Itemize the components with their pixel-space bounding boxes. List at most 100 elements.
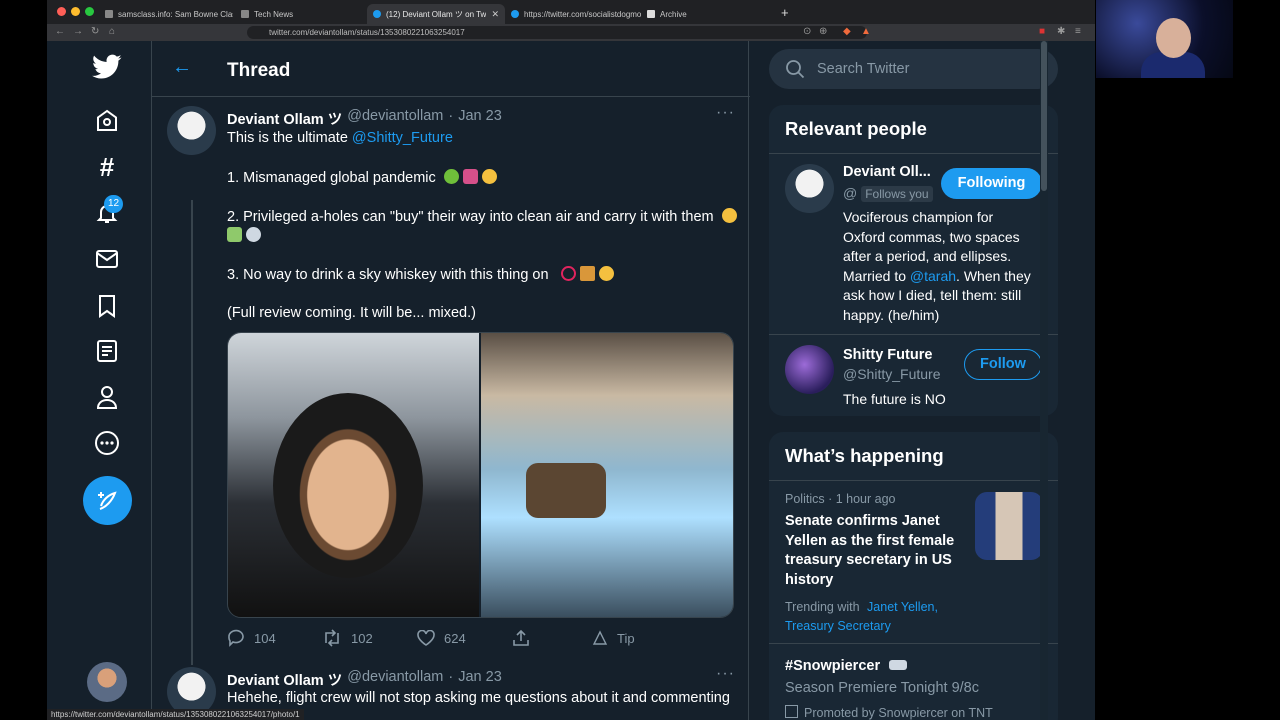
trending-link[interactable]: Treasury Secretary [785, 617, 938, 636]
thread-column: ← Thread Deviant Ollam ツ @deviantollam ·… [151, 41, 750, 720]
page-scrollbar[interactable] [1040, 41, 1048, 720]
browser-tab[interactable]: https://twitter.com/socialistdogmom [505, 4, 641, 24]
trend-item-promoted[interactable]: #Snowpiercer Season Premiere Tonight 9/8… [769, 643, 1058, 720]
trend-thumbnail[interactable] [975, 492, 1043, 560]
person-name[interactable]: Deviant Oll... [843, 164, 931, 180]
browser-tab[interactable]: Tech News [235, 4, 367, 24]
compose-tweet-button[interactable] [83, 476, 132, 525]
reply-button[interactable]: 104 [227, 629, 322, 647]
trend-item[interactable]: Politics · 1 hour ago Senate confirms Ja… [769, 480, 1058, 643]
virus-emoji-icon [443, 169, 459, 184]
brave-rewards-icon[interactable]: ▲ [861, 26, 871, 37]
money-wings-emoji-icon [227, 227, 242, 242]
twitter-logo-icon[interactable] [90, 50, 124, 84]
person-handle[interactable]: @Shitty_Future [843, 366, 940, 382]
trend-headline: Senate confirms Janet Yellen as the firs… [785, 512, 954, 590]
left-nav: # 12 [47, 41, 151, 720]
bio-mention-link[interactable]: @tarah [910, 268, 956, 284]
profile-icon[interactable] [90, 380, 124, 414]
trend-description: Season Premiere Tonight 9/8c [785, 680, 979, 696]
menu-icon[interactable]: ≡ [1075, 26, 1081, 37]
person-avatar[interactable] [785, 345, 834, 394]
bio-line: Vociferous champion for [843, 209, 994, 225]
notification-count-badge: 12 [104, 195, 123, 213]
promoted-row: Promoted by Snowpiercer on TNT [785, 705, 993, 720]
more-options-icon[interactable] [90, 426, 124, 460]
tweet-date[interactable]: Jan 23 [458, 669, 502, 690]
bio-line: Married to @tarah. When they [843, 267, 1031, 287]
browser-window: samsclass.info: Sam Bowne Class... Tech … [47, 0, 1095, 720]
extensions-puzzle-icon[interactable]: ✱ [1057, 26, 1065, 37]
zoom-icon[interactable]: ⊕ [819, 26, 827, 37]
person-avatar[interactable] [785, 164, 834, 213]
tweet-author-name[interactable]: Deviant Ollam ツ [227, 108, 342, 129]
extension-icon[interactable]: ■ [1039, 26, 1045, 37]
minimize-window-button[interactable] [71, 7, 80, 16]
search-input[interactable]: Search Twitter [769, 49, 1058, 89]
browser-tab[interactable]: samsclass.info: Sam Bowne Class... [99, 4, 233, 24]
tab-title: Archive [660, 9, 687, 19]
tweet-list-item: 2. Privileged a-holes can "buy" their wa… [227, 209, 714, 225]
tweet-photo[interactable] [228, 333, 479, 617]
tweet-header: Deviant Ollam ツ @deviantollam · Jan 23 [227, 669, 502, 690]
page-title: Thread [227, 60, 291, 81]
tip-triangle-icon [592, 630, 608, 645]
trending-link[interactable]: Janet Yellen, [867, 600, 938, 614]
trending-with: Trending with Janet Yellen, Treasury Sec… [785, 598, 938, 636]
tweet-photo[interactable] [481, 333, 733, 617]
panel-title: Relevant people [785, 118, 927, 139]
twitter-app: # 12 ← Thread Deviant Ollam ツ @deviantol… [47, 41, 1095, 720]
tweet-text-intro: This is the ultimate [227, 130, 352, 146]
person-card[interactable]: Deviant Oll... @ Follows you Following Vo… [769, 153, 1058, 334]
tweet-author-handle[interactable]: @deviantollam [347, 108, 443, 129]
person-card[interactable]: Shitty Future @Shitty_Future Follow The … [769, 334, 1058, 415]
explore-hashtag-icon[interactable]: # [90, 150, 124, 184]
reply-icon [228, 629, 244, 647]
forward-icon[interactable]: → [73, 26, 83, 37]
share-icon[interactable]: ⊙ [803, 26, 811, 37]
tweet-text-line: Hehehe, flight crew will not stop asking… [227, 690, 730, 706]
tweet-more-icon[interactable]: ··· [716, 104, 735, 122]
browser-tab[interactable]: Archive [641, 4, 777, 24]
bookmarks-icon[interactable] [90, 289, 124, 323]
tweet-mention-link[interactable]: @Shitty_Future [352, 130, 453, 146]
back-arrow-icon[interactable]: ← [172, 56, 192, 79]
home-nav-icon[interactable] [90, 104, 124, 138]
tweet-author-avatar[interactable] [167, 106, 216, 155]
tab-bar: samsclass.info: Sam Bowne Class... Tech … [47, 0, 1095, 24]
home-icon[interactable]: ⌂ [109, 26, 115, 37]
share-button[interactable] [512, 629, 592, 647]
lists-icon[interactable] [90, 334, 124, 368]
tip-button[interactable]: Tip [592, 629, 687, 647]
person-handle[interactable]: @ [843, 185, 857, 201]
brave-shield-icon[interactable]: ◆ [843, 26, 851, 37]
account-avatar[interactable] [87, 662, 127, 702]
following-button[interactable]: Following [941, 168, 1042, 199]
right-sidebar: Search Twitter Relevant people Deviant O… [769, 41, 1059, 720]
bio-line: Oxford commas, two spaces [843, 228, 1020, 245]
back-icon[interactable]: ← [55, 26, 65, 37]
like-button[interactable]: 624 [417, 629, 512, 647]
thread-header: ← Thread [152, 41, 750, 97]
messages-envelope-icon[interactable] [90, 242, 124, 276]
browser-tab-active[interactable]: (12) Deviant Ollam ツ on Twitter ✕ [367, 4, 505, 24]
wind-face-emoji-icon [246, 227, 261, 242]
tweet-author-handle[interactable]: @deviantollam [347, 669, 443, 690]
tweet-date[interactable]: Jan 23 [458, 108, 502, 129]
prohibited-emoji-icon [560, 266, 576, 281]
scrollbar-thumb[interactable] [1041, 41, 1047, 191]
new-tab-button[interactable]: + [781, 5, 789, 20]
retweet-count: 102 [351, 630, 373, 646]
follow-button[interactable]: Follow [964, 349, 1042, 380]
retweet-button[interactable]: 102 [322, 629, 417, 647]
reload-icon[interactable]: ↻ [91, 26, 99, 37]
zoom-window-button[interactable] [85, 7, 94, 16]
close-window-button[interactable] [57, 7, 66, 16]
close-tab-icon[interactable]: ✕ [491, 9, 499, 20]
tip-label: Tip [617, 630, 635, 646]
url-input[interactable]: twitter.com/deviantollam/status/13530802… [247, 26, 867, 39]
tweet-more-icon[interactable]: ··· [716, 665, 735, 683]
person-name[interactable]: Shitty Future [843, 347, 932, 363]
syringe-emoji-icon [462, 169, 478, 184]
tweet-author-name[interactable]: Deviant Ollam ツ [227, 669, 342, 690]
